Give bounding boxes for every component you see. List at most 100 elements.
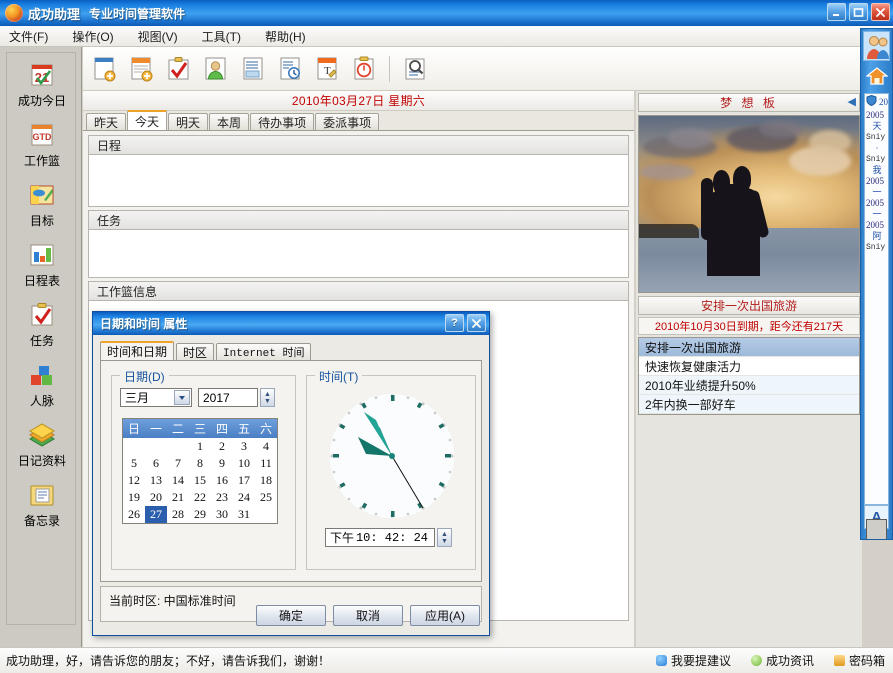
calendar-day[interactable] [167,438,189,455]
chevron-down-icon[interactable]: ▼ [441,538,448,545]
section-task-body[interactable] [88,230,629,278]
calendar-day[interactable]: 5 [123,455,145,472]
time-stepper[interactable]: ▲ ▼ [437,528,452,547]
left-arrow-icon[interactable]: ◀ [848,97,856,108]
calendar-day[interactable]: 31 [233,506,255,523]
menu-operation[interactable]: 操作(O) [69,27,116,46]
sidebar-item-today[interactable]: 21 成功今日 [7,53,77,113]
new-task-icon[interactable] [127,54,157,84]
calendar-day[interactable]: 20 [145,489,167,506]
tab-timezone[interactable]: 时区 [176,343,215,360]
calendar-day[interactable]: 3 [233,438,255,455]
tab-time-and-date[interactable]: 时间和日期 [100,341,175,360]
calendar-day[interactable]: 16 [211,472,233,489]
status-suggestion[interactable]: 我要提建议 [655,652,731,669]
tab-todo[interactable]: 待办事项 [250,113,315,130]
calendar-day[interactable]: 10 [233,455,255,472]
tab-today[interactable]: 今天 [127,110,168,130]
year-input[interactable]: 2017 [198,388,258,407]
calendar-day[interactable] [255,506,277,523]
calendar-day[interactable]: 18 [255,472,277,489]
calendar-day-selected[interactable]: 27 [145,506,167,523]
calendar-day[interactable]: 29 [189,506,211,523]
calendar-grid[interactable]: 日 一 二 三 四 五 六 1 2 3 4 5 6 7 8 9 10 11 12… [122,418,278,524]
help-button[interactable]: ? [445,314,464,332]
minimize-button[interactable] [827,3,846,21]
calendar-day[interactable]: 25 [255,489,277,506]
ok-button[interactable]: 确定 [256,605,326,626]
timer-icon[interactable] [349,54,379,84]
list-item[interactable]: 2年内换一部好车 [639,395,859,414]
list-item[interactable]: 快速恢复健康活力 [639,357,859,376]
menu-tools[interactable]: 工具(T) [199,27,244,46]
sidebar-item-goal[interactable]: 目标 [7,173,77,233]
menu-file[interactable]: 文件(F) [6,27,51,46]
side-dock-line: · [875,143,879,153]
new-todo-icon[interactable] [164,54,194,84]
chevron-up-icon[interactable]: ▲ [441,531,448,538]
list-item[interactable]: 安排一次出国旅游 [639,338,859,357]
calendar-day[interactable]: 9 [211,455,233,472]
calendar-day[interactable]: 21 [167,489,189,506]
tab-delegated[interactable]: 委派事项 [315,113,380,130]
home-icon[interactable] [861,63,892,89]
calendar-day[interactable]: 2 [211,438,233,455]
calendar-day[interactable]: 24 [233,489,255,506]
side-dock-content[interactable]: 2005 2005 天 Sniy · Sniy 我 2005 一 2005 一 … [864,93,889,505]
calendar-day[interactable]: 11 [255,455,277,472]
status-news[interactable]: 成功资讯 [750,652,814,669]
calendar-day[interactable]: 15 [189,472,211,489]
sidebar-item-diary[interactable]: 日记资料 [7,413,77,473]
calendar-day[interactable] [145,438,167,455]
menu-view[interactable]: 视图(V) [135,27,181,46]
chevron-down-icon[interactable] [174,390,190,405]
message-input[interactable] [866,519,887,539]
sidebar-item-workbasket[interactable]: GTD 工作篮 [7,113,77,173]
close-button[interactable] [871,3,890,21]
calendar-day[interactable]: 23 [211,489,233,506]
calendar-day[interactable]: 13 [145,472,167,489]
calendar-day[interactable]: 17 [233,472,255,489]
tab-internet-time[interactable]: Internet 时间 [216,343,312,360]
dialog-close-button[interactable] [467,314,486,332]
calendar-day[interactable]: 1 [189,438,211,455]
cancel-button[interactable]: 取消 [333,605,403,626]
calendar-day[interactable]: 14 [167,472,189,489]
calendar-day[interactable]: 12 [123,472,145,489]
tab-this-week[interactable]: 本周 [209,113,250,130]
search-icon[interactable] [400,54,430,84]
time-input[interactable]: 下午 10: 42: 24 [325,528,435,547]
new-contact-icon[interactable] [201,54,231,84]
year-stepper[interactable]: ▲ ▼ [260,388,275,407]
sidebar-item-contacts[interactable]: 人脉 [7,353,77,413]
section-schedule-body[interactable] [88,155,629,207]
sidebar-item-schedule[interactable]: 日程表 [7,233,77,293]
maximize-button[interactable] [849,3,868,21]
calendar-day[interactable]: 22 [189,489,211,506]
calendar-day[interactable]: 6 [145,455,167,472]
month-select[interactable]: 三月 [120,388,192,407]
chevron-up-icon[interactable]: ▲ [264,391,271,398]
menu-help[interactable]: 帮助(H) [262,27,309,46]
calendar-day[interactable]: 30 [211,506,233,523]
calendar-day[interactable]: 8 [189,455,211,472]
calendar-day[interactable]: 4 [255,438,277,455]
status-password-box[interactable]: 密码箱 [833,652,885,669]
calendar-day[interactable]: 19 [123,489,145,506]
list-item[interactable]: 2010年业绩提升50% [639,376,859,395]
sidebar-item-task[interactable]: 任务 [7,293,77,353]
history-icon[interactable] [275,54,305,84]
sidebar-item-memo[interactable]: 备忘录 [7,473,77,533]
calendar-day[interactable] [123,438,145,455]
new-schedule-icon[interactable] [90,54,120,84]
chevron-down-icon[interactable]: ▼ [264,398,271,405]
contacts-avatar-icon[interactable] [863,31,890,61]
calendar-day[interactable]: 26 [123,506,145,523]
new-note-icon[interactable] [238,54,268,84]
tab-yesterday[interactable]: 昨天 [86,113,127,130]
text-memo-icon[interactable]: T [312,54,342,84]
calendar-day[interactable]: 7 [167,455,189,472]
calendar-day[interactable]: 28 [167,506,189,523]
apply-button[interactable]: 应用(A) [410,605,480,626]
tab-tomorrow[interactable]: 明天 [168,113,209,130]
